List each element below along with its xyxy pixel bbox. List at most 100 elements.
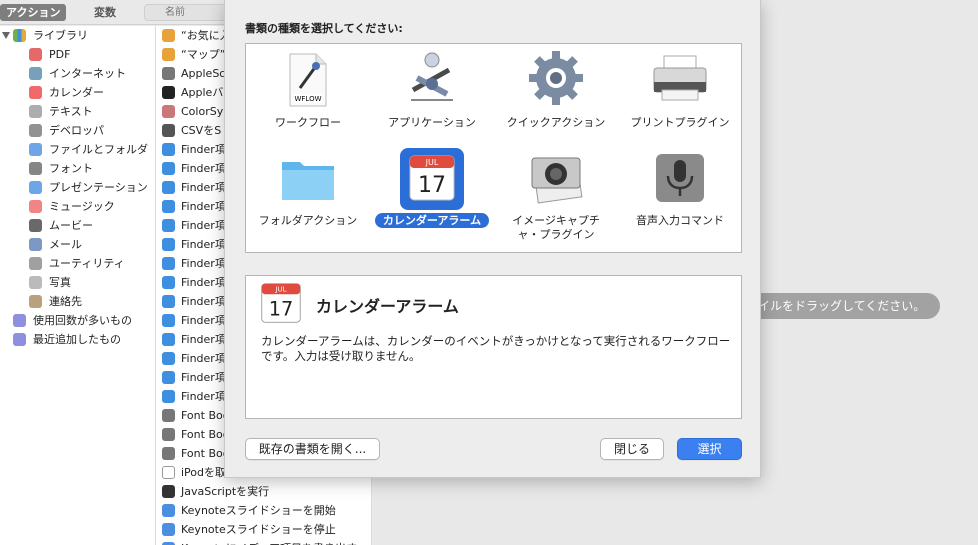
type-dictation-command[interactable]: 音声入力コマンド [618, 150, 742, 246]
library-list[interactable]: ライブラリ PDF インターネット カレンダーテキストデベロッパファイルとフォルダフ… [0, 26, 156, 545]
drag-hint: イルをドラッグしてください。 [740, 293, 940, 319]
type-description-panel: JUL 17 カレンダーアラーム カレンダーアラームは、カレンダーのイベントがき… [245, 275, 742, 419]
sidebar-item[interactable]: プレゼンテーション [0, 178, 155, 197]
workflow-icon: WFLOW [289, 53, 327, 107]
sidebar-item[interactable]: ムービー [0, 216, 155, 235]
pdf-icon [29, 48, 42, 61]
smart-group[interactable]: 最近追加したもの [0, 330, 155, 349]
sidebar-item-label: デベロッパ [49, 124, 104, 137]
finder-icon [162, 143, 175, 156]
sidebar-item-label: フォント [49, 162, 93, 175]
action-item-label: Finder項 [181, 371, 226, 384]
action-item-label: Finder項 [181, 314, 226, 327]
application-icon [411, 52, 453, 101]
sidebar-item[interactable]: カレンダー [0, 83, 155, 102]
action-item[interactable]: JavaScriptを実行 [156, 482, 371, 501]
action-item-label: Finder項 [181, 390, 226, 403]
action-item-label: Keynoteにメディア項目を書き出す [181, 539, 357, 545]
action-item-label: Finder項 [181, 162, 226, 175]
finder-icon [162, 257, 175, 270]
finder-icon [162, 162, 175, 175]
info-description: カレンダーアラームは、カレンダーのイベントがきっかけとなって実行されるワークフロ… [261, 334, 731, 363]
tab-variables[interactable]: 変数 [88, 4, 122, 21]
type-workflow[interactable]: WFLOW ワークフロー [246, 48, 370, 140]
action-item-label: Finder項 [181, 200, 226, 213]
action-item-label: Finder項 [181, 238, 226, 251]
action-item[interactable]: Keynoteスライドショーを停止 [156, 520, 371, 539]
sidebar-item[interactable]: メール [0, 235, 155, 254]
sidebar-item[interactable]: ファイルとフォルダ [0, 140, 155, 159]
type-print-plugin[interactable]: プリントプラグイン [618, 48, 742, 140]
sidebar-item[interactable]: 写真 [0, 273, 155, 292]
action-item-label: JavaScriptを実行 [181, 485, 270, 498]
action-item-label: “マップ” [181, 48, 226, 61]
sidebar-item-label: カレンダー [49, 86, 104, 99]
search-input[interactable] [144, 4, 234, 21]
library-toolbar: アクション 変数 [0, 0, 234, 25]
action-item-label: Font Boo [181, 428, 230, 441]
font-icon [29, 162, 42, 175]
finder-icon [162, 371, 175, 384]
smart-group-label: 使用回数が多いもの [33, 314, 132, 327]
keynote-icon [162, 504, 175, 517]
type-label: カレンダーアラーム [374, 213, 490, 228]
finder-icon [162, 352, 175, 365]
type-calendar-alarm[interactable]: JUL 17 カレンダーアラーム [370, 144, 494, 240]
smart-group[interactable]: 使用回数が多いもの [0, 311, 155, 330]
sidebar-item-label: ミュージック [49, 200, 115, 213]
calendar-day: 17 [269, 297, 294, 320]
finder-icon [162, 295, 175, 308]
printer-icon [653, 55, 707, 101]
type-label: アプリケーション [388, 116, 476, 129]
action-item-label: CSVをS [181, 124, 222, 137]
calendar-icon [29, 86, 42, 99]
library-root-label: ライブラリ [33, 29, 88, 42]
type-image-capture-plugin[interactable]: イメージキャプチ ャ・プラグイン [494, 150, 618, 246]
sidebar-item-label: インターネット [49, 67, 126, 80]
tab-actions[interactable]: アクション [0, 4, 67, 21]
script-icon [162, 485, 175, 498]
gear-icon [529, 51, 583, 105]
action-item-label: Font Boo [181, 447, 230, 460]
open-existing-button[interactable]: 既存の書類を開く... [245, 438, 380, 460]
action-item[interactable]: Keynoteスライドショーを開始 [156, 501, 371, 520]
sidebar-item[interactable]: インターネット [0, 64, 155, 83]
developer-icon [29, 124, 42, 137]
close-button[interactable]: 閉じる [600, 438, 664, 460]
terminal-icon [162, 86, 175, 99]
sidebar-item[interactable]: デベロッパ [0, 121, 155, 140]
sidebar-item-label: 連絡先 [49, 295, 82, 308]
sidebar-item[interactable]: 連絡先 [0, 292, 155, 311]
sidebar-item[interactable]: テキスト [0, 102, 155, 121]
action-item-label: iPodを取 [181, 466, 227, 479]
document-type-grid: WFLOW ワークフロー アプリケーション クイックアクション プリントプラグイ… [245, 43, 742, 253]
action-item-label: Finder項 [181, 257, 226, 270]
type-folder-action[interactable]: フォルダアクション [246, 150, 370, 246]
type-quick-action[interactable]: クイックアクション [494, 48, 618, 140]
utilities-icon [29, 257, 42, 270]
choose-button[interactable]: 選択 [677, 438, 742, 460]
sidebar-item[interactable]: フォント [0, 159, 155, 178]
keynote-icon [162, 523, 175, 536]
type-label-line2: ャ・プラグイン [517, 228, 595, 241]
finder-icon [162, 181, 175, 194]
colorsync-icon [162, 105, 175, 118]
sidebar-item-label: ファイルとフォルダ [49, 143, 148, 156]
action-item-label: Finder項 [181, 352, 226, 365]
sidebar-item[interactable]: ミュージック [0, 197, 155, 216]
font-book-icon [162, 428, 175, 441]
sidebar-item[interactable]: PDF [0, 45, 155, 64]
sidebar-item-label: テキスト [49, 105, 93, 118]
sidebar-item-label: ムービー [49, 219, 93, 232]
maps-icon [162, 48, 175, 61]
smart-folder-icon [13, 314, 26, 327]
workflow-icon-text: WFLOW [294, 95, 321, 103]
music-icon [162, 466, 175, 479]
sidebar-item[interactable]: ユーティリティ [0, 254, 155, 273]
action-item[interactable]: Keynoteにメディア項目を書き出す [156, 539, 371, 545]
type-application[interactable]: アプリケーション [370, 48, 494, 140]
disclosure-triangle-icon[interactable] [2, 32, 10, 39]
library-root[interactable]: ライブラリ [0, 26, 155, 45]
action-item-label: Finder項 [181, 295, 226, 308]
action-item-label: Keynoteスライドショーを開始 [181, 504, 336, 517]
